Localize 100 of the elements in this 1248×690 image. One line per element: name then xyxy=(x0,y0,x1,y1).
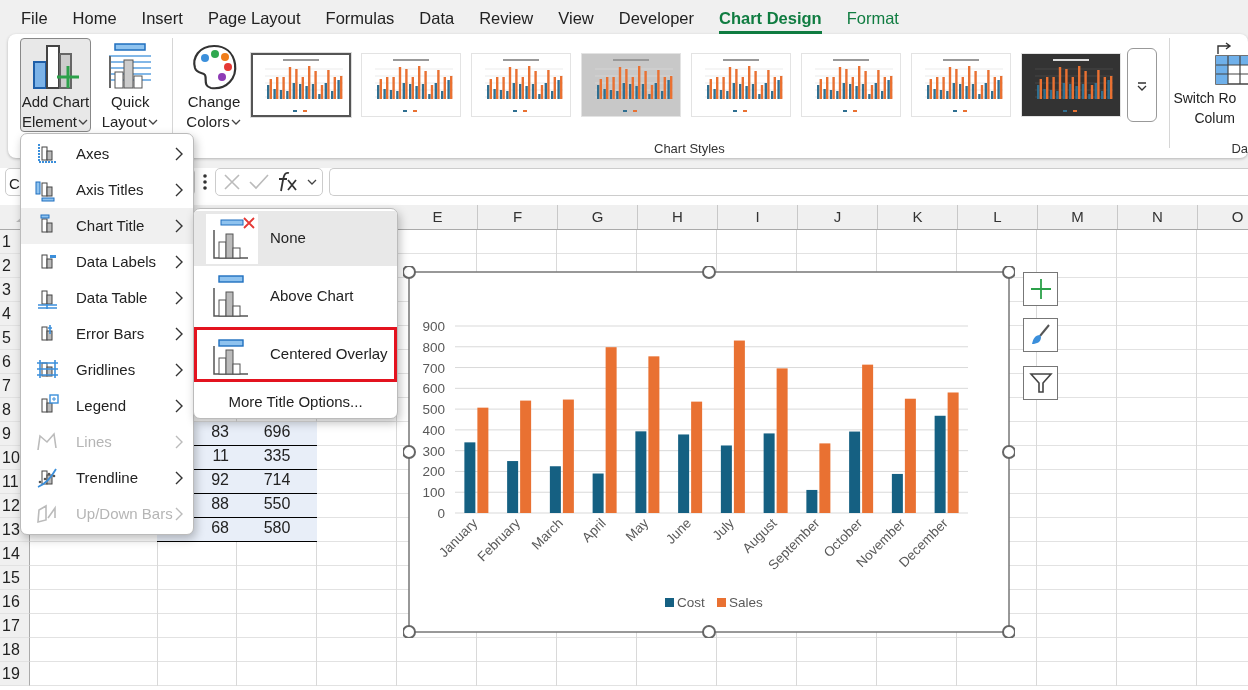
category-label: May xyxy=(622,515,652,545)
bar[interactable] xyxy=(733,340,745,513)
ribbon-tab[interactable]: File xyxy=(21,0,48,34)
expand-icon xyxy=(1136,79,1149,92)
add-chart-element-button[interactable]: Add Chart Element xyxy=(20,38,91,132)
chart-elements-button[interactable] xyxy=(1023,272,1058,306)
column-header[interactable]: O xyxy=(1198,205,1248,229)
bar[interactable] xyxy=(507,461,519,513)
bar[interactable] xyxy=(549,466,561,513)
ribbon-tab[interactable]: Review xyxy=(479,0,534,34)
menu-item[interactable]: Axes xyxy=(21,136,193,172)
bar[interactable] xyxy=(562,399,574,513)
axis-label: 400 xyxy=(422,422,445,438)
column-header[interactable]: K xyxy=(878,205,958,229)
row-number[interactable]: 18 xyxy=(0,638,30,662)
column-header[interactable]: L xyxy=(958,205,1038,229)
bar[interactable] xyxy=(763,433,775,513)
more-icon[interactable] xyxy=(201,172,209,192)
bar[interactable] xyxy=(520,400,532,513)
chevron-icon xyxy=(173,398,185,414)
table-cell: 580 xyxy=(237,518,317,542)
chart-style-thumbnail[interactable] xyxy=(251,53,352,117)
row-number[interactable]: 14 xyxy=(0,542,30,566)
submenu-item[interactable]: Centered Overlay xyxy=(194,327,397,382)
switch-row-column-button[interactable]: Switch Ro Colum xyxy=(1172,38,1245,129)
axis-label: 200 xyxy=(422,464,445,480)
formula-input[interactable] xyxy=(329,168,1248,196)
category-label: July xyxy=(709,515,737,544)
chevron-icon xyxy=(173,290,185,306)
column-header[interactable]: G xyxy=(558,205,638,229)
column-header[interactable]: H xyxy=(638,205,718,229)
chevron-icon xyxy=(173,146,185,162)
axis-label: 300 xyxy=(422,443,445,459)
ribbon-tab[interactable]: Developer xyxy=(618,0,694,34)
bar[interactable] xyxy=(806,489,818,513)
ribbon-tab[interactable]: Data xyxy=(419,0,455,34)
gallery-expand-button[interactable] xyxy=(1127,48,1158,122)
chevron-icon xyxy=(173,218,185,234)
ribbon-tab[interactable]: Insert xyxy=(141,0,183,34)
column-header[interactable]: N xyxy=(1118,205,1198,229)
resize-handle[interactable] xyxy=(702,266,716,279)
submenu-item[interactable]: Above Chart xyxy=(194,269,397,324)
bar[interactable] xyxy=(464,442,476,513)
group-label: Chart Styles xyxy=(653,140,726,158)
axis-label: 800 xyxy=(422,339,445,355)
chart-add-icon xyxy=(30,42,81,92)
column-header[interactable]: J xyxy=(798,205,878,229)
menu-item[interactable]: Axis Titles xyxy=(21,172,193,208)
plus-icon xyxy=(1028,277,1053,301)
bar[interactable] xyxy=(635,431,647,513)
chart-styles-button[interactable] xyxy=(1023,318,1058,352)
row-number[interactable]: 19 xyxy=(0,662,30,686)
bar[interactable] xyxy=(862,364,874,513)
function-icon[interactable] xyxy=(276,171,300,193)
ribbon-tab[interactable]: View xyxy=(558,0,594,34)
table-cell: 335 xyxy=(237,446,317,470)
resize-handle[interactable] xyxy=(1002,445,1015,459)
chevron-icon xyxy=(173,326,185,342)
resize-handle[interactable] xyxy=(403,625,416,638)
group-label: Da xyxy=(1230,140,1248,158)
chart-element-icon xyxy=(35,502,59,526)
bar[interactable] xyxy=(678,434,690,513)
chart-element-icon xyxy=(35,466,59,490)
column-header[interactable]: M xyxy=(1038,205,1118,229)
table-cell: 696 xyxy=(237,422,317,446)
ribbon-tab[interactable]: Formulas xyxy=(325,0,395,34)
change-colors-button[interactable]: Change Colors xyxy=(178,38,250,132)
chevron-icon xyxy=(173,362,185,378)
row-number[interactable]: 15 xyxy=(0,566,30,590)
bar[interactable] xyxy=(849,431,861,513)
filter-icon xyxy=(1028,371,1053,395)
row-number[interactable]: 16 xyxy=(0,590,30,614)
resize-handle[interactable] xyxy=(403,445,416,459)
resize-handle[interactable] xyxy=(702,625,716,638)
bar[interactable] xyxy=(691,401,703,513)
axis-label: 900 xyxy=(422,319,445,334)
bar[interactable] xyxy=(592,473,604,513)
column-header[interactable]: F xyxy=(478,205,558,229)
column-header[interactable]: I xyxy=(718,205,798,229)
menu-item[interactable]: Chart Title xyxy=(21,208,193,244)
bar[interactable] xyxy=(934,415,946,513)
legend-label: Cost xyxy=(677,595,705,610)
resize-handle[interactable] xyxy=(1002,266,1015,279)
ribbon-tab[interactable]: Format xyxy=(846,0,899,34)
quick-layout-button[interactable]: Quick Layout xyxy=(94,38,166,132)
ribbon-tab[interactable]: Page Layout xyxy=(207,0,301,34)
menu-item[interactable]: More Title Options... xyxy=(194,386,397,418)
row-number[interactable]: 17 xyxy=(0,614,30,638)
submenu-item[interactable]: None xyxy=(194,211,397,266)
bar[interactable] xyxy=(904,398,916,513)
axis-label: 700 xyxy=(422,360,445,376)
resize-handle[interactable] xyxy=(1002,625,1015,638)
bar[interactable] xyxy=(891,473,903,513)
chevron-icon xyxy=(173,470,185,486)
chevron-icon xyxy=(173,506,185,522)
ribbon-tab[interactable]: Home xyxy=(72,0,117,34)
chart-filters-button[interactable] xyxy=(1023,366,1058,400)
bar[interactable] xyxy=(720,445,732,513)
axis-label: 500 xyxy=(422,402,445,418)
resize-handle[interactable] xyxy=(403,266,416,279)
